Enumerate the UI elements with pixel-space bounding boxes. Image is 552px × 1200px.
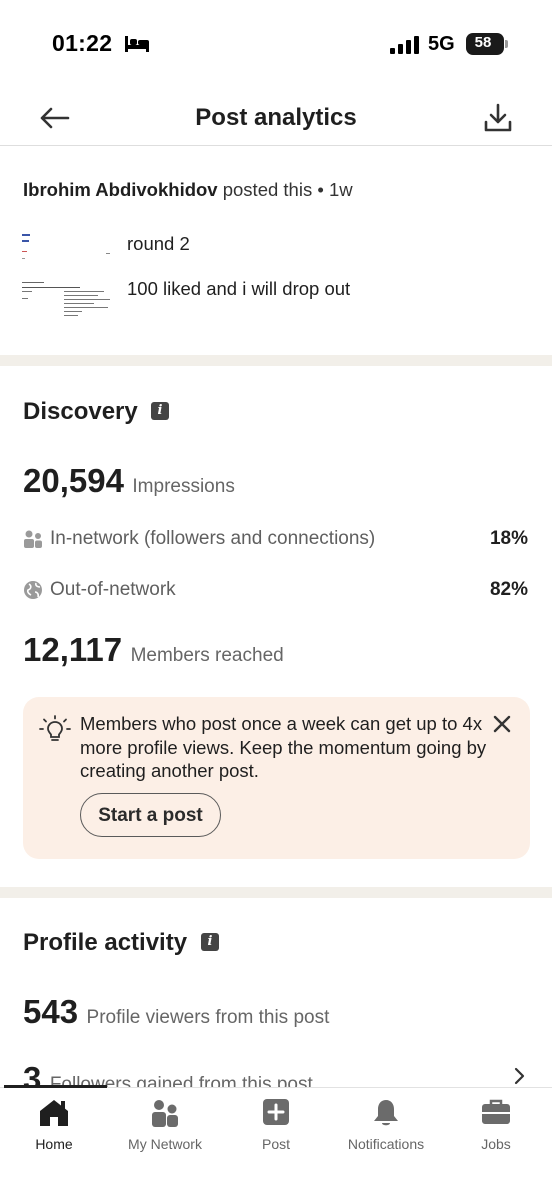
bottom-nav: Home My Network Post Notifications Jobs	[0, 1087, 552, 1200]
out-network-label: Out-of-network	[50, 579, 176, 600]
author-line: Ibrohim Abdivokhidov posted this • 1w	[23, 179, 353, 201]
nav-post-label: Post	[261, 1136, 290, 1152]
info-icon[interactable]: i	[151, 402, 169, 420]
close-icon[interactable]	[491, 713, 513, 735]
post-thumbnail[interactable]	[20, 225, 116, 321]
signal-icon	[390, 36, 419, 54]
post-text-line-1: round 2	[127, 233, 190, 254]
members-reached-label: Members reached	[130, 645, 284, 666]
nav-notifications[interactable]: Notifications	[336, 1088, 436, 1168]
author-name[interactable]: Ibrohim Abdivokhidov	[23, 179, 218, 200]
bed-icon	[125, 36, 149, 52]
info-icon[interactable]: i	[201, 933, 219, 951]
status-bar: 01:22 5G 58	[0, 0, 552, 90]
profile-viewers-stat[interactable]: 543 Profile viewers from this post	[23, 993, 329, 1031]
chevron-right-icon[interactable]	[512, 1066, 526, 1086]
discovery-title: Discovery	[23, 398, 138, 425]
nav-my-network[interactable]: My Network	[115, 1088, 215, 1168]
impressions-stat: 20,594 Impressions	[23, 462, 235, 500]
post-meta: posted this • 1w	[217, 179, 353, 200]
globe-icon	[24, 581, 42, 599]
tip-card: Members who post once a week can get up …	[23, 697, 530, 859]
post-summary[interactable]: Ibrohim Abdivokhidov posted this • 1w ro…	[0, 147, 552, 355]
nav-notifications-label: Notifications	[347, 1136, 425, 1152]
nav-jobs-label: Jobs	[481, 1136, 511, 1152]
battery-cap	[505, 40, 508, 48]
battery-level: 58	[474, 34, 492, 51]
network-type: 5G	[428, 33, 455, 55]
members-reached-value: 12,117	[23, 631, 123, 668]
people-icon	[24, 530, 42, 548]
tip-text: Members who post once a week can get up …	[80, 713, 487, 781]
nav-jobs[interactable]: Jobs	[456, 1088, 536, 1168]
nav-post[interactable]: Post	[236, 1088, 316, 1168]
profile-viewers-label: Profile viewers from this post	[86, 1007, 330, 1028]
profile-viewers-value: 543	[23, 993, 79, 1030]
post-plus-icon	[263, 1099, 289, 1125]
battery-icon: 58	[466, 33, 504, 55]
header: Post analytics	[0, 90, 552, 146]
lightbulb-icon	[39, 715, 71, 741]
section-divider	[0, 355, 552, 366]
profile-activity-title: Profile activity	[23, 929, 188, 956]
nav-my-network-label: My Network	[128, 1136, 202, 1152]
post-text-line-2: 100 liked and i will drop out	[127, 278, 351, 299]
out-network-value: 82%	[489, 579, 528, 600]
members-reached-stat: 12,117 Members reached	[23, 631, 284, 669]
impressions-label: Impressions	[132, 476, 235, 497]
home-icon	[40, 1100, 68, 1126]
my-network-icon	[152, 1100, 178, 1127]
impressions-value: 20,594	[23, 462, 124, 499]
section-divider	[0, 887, 552, 898]
in-network-label: In-network (followers and connections)	[50, 528, 376, 549]
active-tab-indicator	[4, 1085, 107, 1088]
download-icon[interactable]	[480, 100, 516, 136]
briefcase-icon	[482, 1099, 510, 1124]
nav-home[interactable]: Home	[14, 1088, 94, 1168]
in-network-value: 18%	[489, 528, 528, 549]
page-title: Post analytics	[195, 104, 357, 131]
bell-icon	[374, 1100, 398, 1126]
nav-home-label: Home	[35, 1136, 73, 1152]
status-time: 01:22	[52, 30, 113, 56]
start-post-button[interactable]: Start a post	[80, 793, 221, 837]
